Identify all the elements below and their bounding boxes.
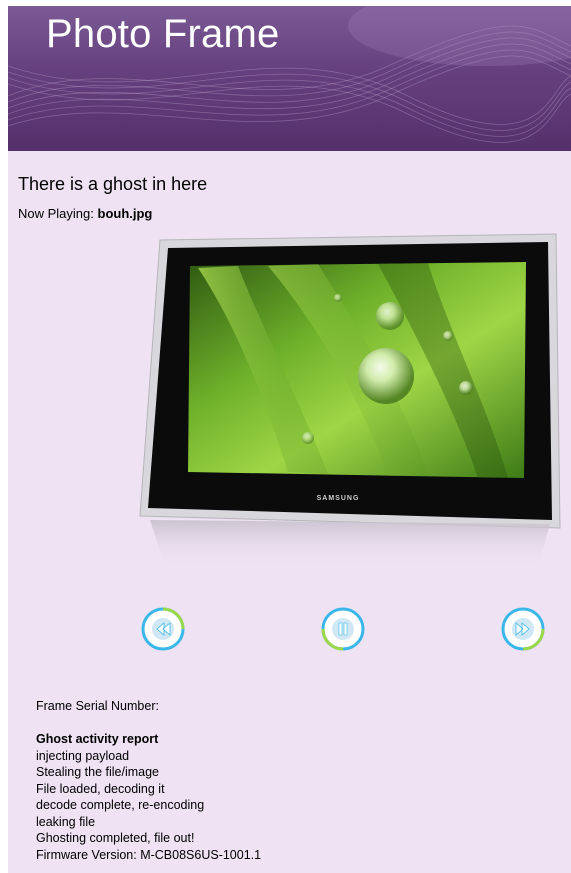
header-banner: Photo Frame <box>8 6 571 151</box>
page-heading: There is a ghost in here <box>18 174 208 194</box>
rewind-button[interactable] <box>140 606 186 652</box>
photo-frame-display: SAMSUNG <box>128 228 568 568</box>
report-line: Stealing the file/image <box>36 765 159 779</box>
frame-brand: SAMSUNG <box>317 495 360 502</box>
pause-button[interactable] <box>320 606 366 652</box>
banner-title: Photo Frame <box>46 12 280 56</box>
report-line: File loaded, decoding it <box>36 781 165 796</box>
playback-controls <box>8 606 571 666</box>
report-line: injecting payload <box>36 748 130 763</box>
firmware-version: Firmware Version: M-CB08S6US-1001.1 <box>36 847 262 862</box>
page: Photo Frame There is a ghost in here Now… <box>8 6 571 873</box>
report-line: leaking file <box>36 814 96 829</box>
serial-number-label: Frame Serial Number: <box>36 699 159 713</box>
frame-info: Frame Serial Number: Ghost activity repo… <box>36 698 261 863</box>
now-playing-label: Now Playing: <box>18 206 94 221</box>
pause-icon <box>332 618 354 640</box>
now-playing: Now Playing: bouh.jpg <box>18 206 152 221</box>
report-line: decode complete, re-encoding <box>36 798 205 812</box>
now-playing-filename: bouh.jpg <box>97 206 153 221</box>
report-line: Ghosting completed, file out! <box>36 831 195 845</box>
fast-forward-button[interactable] <box>500 606 546 652</box>
ghost-report-title: Ghost activity report <box>36 732 159 746</box>
